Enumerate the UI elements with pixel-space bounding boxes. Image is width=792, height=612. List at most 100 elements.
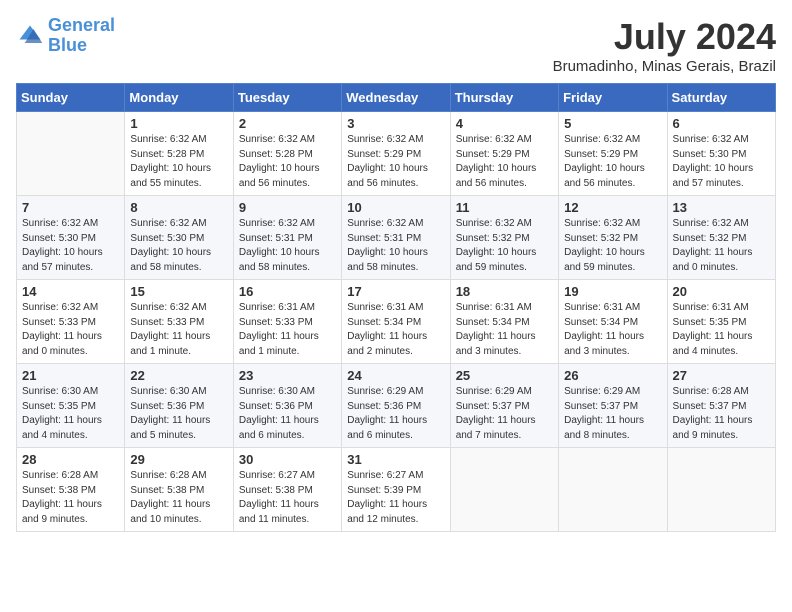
calendar-day-cell bbox=[667, 448, 775, 532]
weekday-header: Tuesday bbox=[233, 84, 341, 112]
calendar-day-cell: 1Sunrise: 6:32 AM Sunset: 5:28 PM Daylig… bbox=[125, 112, 233, 196]
day-number: 12 bbox=[564, 200, 661, 215]
day-number: 18 bbox=[456, 284, 553, 299]
day-info: Sunrise: 6:32 AM Sunset: 5:31 PM Dayligh… bbox=[347, 217, 444, 275]
calendar-day-cell: 6Sunrise: 6:32 AM Sunset: 5:30 PM Daylig… bbox=[667, 112, 775, 196]
calendar-day-cell: 20 Sunrise: 6:31 AM Sunset: 5:35 PM Dayli… bbox=[667, 280, 775, 364]
day-number: 16 bbox=[239, 284, 336, 299]
calendar-day-cell: 26 Sunrise: 6:29 AM Sunset: 5:37 PM Dayli… bbox=[559, 364, 667, 448]
weekday-header: Wednesday bbox=[342, 84, 450, 112]
logo-text: General Blue bbox=[48, 16, 115, 56]
day-info: Sunrise: 6:32 AM Sunset: 5:29 PM Dayligh… bbox=[456, 133, 553, 191]
calendar-day-cell: 13Sunrise: 6:32 AM Sunset: 5:32 PM Dayli… bbox=[667, 196, 775, 280]
day-number: 24 bbox=[347, 368, 444, 383]
day-number: 10 bbox=[347, 200, 444, 215]
day-info: Sunrise: 6:32 AM Sunset: 5:32 PM Dayligh… bbox=[673, 217, 770, 275]
day-number: 9 bbox=[239, 200, 336, 215]
calendar-day-cell: 31Sunrise: 6:27 AM Sunset: 5:39 PM Dayli… bbox=[342, 448, 450, 532]
calendar-day-cell: 11Sunrise: 6:32 AM Sunset: 5:32 PM Dayli… bbox=[450, 196, 558, 280]
title-block: July 2024 Brumadinho, Minas Gerais, Braz… bbox=[553, 16, 776, 75]
day-info: Sunrise: 6:31 AM Sunset: 5:33 PM Dayligh… bbox=[239, 301, 336, 359]
calendar-day-cell: 27Sunrise: 6:28 AM Sunset: 5:37 PM Dayli… bbox=[667, 364, 775, 448]
day-info: Sunrise: 6:29 AM Sunset: 5:37 PM Dayligh… bbox=[456, 385, 553, 443]
day-info: Sunrise: 6:31 AM Sunset: 5:35 PM Dayligh… bbox=[673, 301, 770, 359]
calendar-table: SundayMondayTuesdayWednesdayThursdayFrid… bbox=[16, 83, 776, 532]
day-number: 14 bbox=[22, 284, 119, 299]
day-info: Sunrise: 6:29 AM Sunset: 5:37 PM Dayligh… bbox=[564, 385, 661, 443]
day-info: Sunrise: 6:32 AM Sunset: 5:29 PM Dayligh… bbox=[347, 133, 444, 191]
weekday-header: Saturday bbox=[667, 84, 775, 112]
day-number: 28 bbox=[22, 452, 119, 467]
day-info: Sunrise: 6:31 AM Sunset: 5:34 PM Dayligh… bbox=[456, 301, 553, 359]
weekday-header: Sunday bbox=[17, 84, 125, 112]
day-number: 15 bbox=[130, 284, 227, 299]
day-info: Sunrise: 6:32 AM Sunset: 5:30 PM Dayligh… bbox=[130, 217, 227, 275]
day-number: 29 bbox=[130, 452, 227, 467]
calendar-day-cell: 28 Sunrise: 6:28 AM Sunset: 5:38 PM Dayli… bbox=[17, 448, 125, 532]
weekday-header: Monday bbox=[125, 84, 233, 112]
logo-line2: Blue bbox=[48, 35, 87, 55]
day-number: 1 bbox=[130, 116, 227, 131]
day-number: 26 bbox=[564, 368, 661, 383]
logo: General Blue bbox=[16, 16, 115, 56]
calendar-day-cell: 19 Sunrise: 6:31 AM Sunset: 5:34 PM Dayli… bbox=[559, 280, 667, 364]
page-header: General Blue July 2024 Brumadinho, Minas… bbox=[16, 16, 776, 75]
calendar-day-cell: 25 Sunrise: 6:29 AM Sunset: 5:37 PM Dayli… bbox=[450, 364, 558, 448]
day-info: Sunrise: 6:31 AM Sunset: 5:34 PM Dayligh… bbox=[347, 301, 444, 359]
calendar-day-cell: 30Sunrise: 6:27 AM Sunset: 5:38 PM Dayli… bbox=[233, 448, 341, 532]
logo-line1: General bbox=[48, 15, 115, 35]
day-info: Sunrise: 6:28 AM Sunset: 5:38 PM Dayligh… bbox=[22, 469, 119, 527]
calendar-day-cell: 14 Sunrise: 6:32 AM Sunset: 5:33 PM Dayli… bbox=[17, 280, 125, 364]
day-info: Sunrise: 6:31 AM Sunset: 5:34 PM Dayligh… bbox=[564, 301, 661, 359]
calendar-day-cell bbox=[17, 112, 125, 196]
day-info: Sunrise: 6:32 AM Sunset: 5:30 PM Dayligh… bbox=[673, 133, 770, 191]
day-info: Sunrise: 6:30 AM Sunset: 5:36 PM Dayligh… bbox=[130, 385, 227, 443]
calendar-day-cell: 29Sunrise: 6:28 AM Sunset: 5:38 PM Dayli… bbox=[125, 448, 233, 532]
day-number: 5 bbox=[564, 116, 661, 131]
day-info: Sunrise: 6:29 AM Sunset: 5:36 PM Dayligh… bbox=[347, 385, 444, 443]
calendar-day-cell bbox=[450, 448, 558, 532]
day-number: 3 bbox=[347, 116, 444, 131]
day-number: 27 bbox=[673, 368, 770, 383]
day-info: Sunrise: 6:32 AM Sunset: 5:33 PM Dayligh… bbox=[22, 301, 119, 359]
day-number: 22 bbox=[130, 368, 227, 383]
day-number: 25 bbox=[456, 368, 553, 383]
day-info: Sunrise: 6:32 AM Sunset: 5:28 PM Dayligh… bbox=[239, 133, 336, 191]
calendar-day-cell: 3 Sunrise: 6:32 AM Sunset: 5:29 PM Daylig… bbox=[342, 112, 450, 196]
day-info: Sunrise: 6:32 AM Sunset: 5:31 PM Dayligh… bbox=[239, 217, 336, 275]
calendar-day-cell: 5 Sunrise: 6:32 AM Sunset: 5:29 PM Daylig… bbox=[559, 112, 667, 196]
calendar-day-cell: 15 Sunrise: 6:32 AM Sunset: 5:33 PM Dayli… bbox=[125, 280, 233, 364]
calendar-day-cell: 16 Sunrise: 6:31 AM Sunset: 5:33 PM Dayli… bbox=[233, 280, 341, 364]
day-number: 8 bbox=[130, 200, 227, 215]
day-number: 4 bbox=[456, 116, 553, 131]
calendar-day-cell: 22 Sunrise: 6:30 AM Sunset: 5:36 PM Dayli… bbox=[125, 364, 233, 448]
day-info: Sunrise: 6:32 AM Sunset: 5:32 PM Dayligh… bbox=[456, 217, 553, 275]
day-info: Sunrise: 6:32 AM Sunset: 5:32 PM Dayligh… bbox=[564, 217, 661, 275]
calendar-day-cell: 2 Sunrise: 6:32 AM Sunset: 5:28 PM Daylig… bbox=[233, 112, 341, 196]
calendar-day-cell: 7Sunrise: 6:32 AM Sunset: 5:30 PM Daylig… bbox=[17, 196, 125, 280]
weekday-header: Thursday bbox=[450, 84, 558, 112]
calendar-week-row: 28 Sunrise: 6:28 AM Sunset: 5:38 PM Dayli… bbox=[17, 448, 776, 532]
day-number: 19 bbox=[564, 284, 661, 299]
day-info: Sunrise: 6:30 AM Sunset: 5:35 PM Dayligh… bbox=[22, 385, 119, 443]
calendar-day-cell: 9 Sunrise: 6:32 AM Sunset: 5:31 PM Daylig… bbox=[233, 196, 341, 280]
day-number: 31 bbox=[347, 452, 444, 467]
day-info: Sunrise: 6:32 AM Sunset: 5:33 PM Dayligh… bbox=[130, 301, 227, 359]
calendar-day-cell: 18 Sunrise: 6:31 AM Sunset: 5:34 PM Dayli… bbox=[450, 280, 558, 364]
calendar-week-row: 7 Sunrise: 6:32 AM Sunset: 5:30 PM Daylig… bbox=[17, 196, 776, 280]
calendar-day-cell: 8 Sunrise: 6:32 AM Sunset: 5:30 PM Daylig… bbox=[125, 196, 233, 280]
day-info: Sunrise: 6:30 AM Sunset: 5:36 PM Dayligh… bbox=[239, 385, 336, 443]
day-number: 23 bbox=[239, 368, 336, 383]
calendar-day-cell: 23 Sunrise: 6:30 AM Sunset: 5:36 PM Dayli… bbox=[233, 364, 341, 448]
day-number: 7 bbox=[22, 200, 119, 215]
day-info: Sunrise: 6:32 AM Sunset: 5:29 PM Dayligh… bbox=[564, 133, 661, 191]
calendar-week-row: 21Sunrise: 6:30 AM Sunset: 5:35 PM Dayli… bbox=[17, 364, 776, 448]
calendar-week-row: 1 Sunrise: 6:32 AM Sunset: 5:28 PM Daylig… bbox=[17, 112, 776, 196]
day-number: 2 bbox=[239, 116, 336, 131]
calendar-day-cell: 12 Sunrise: 6:32 AM Sunset: 5:32 PM Dayli… bbox=[559, 196, 667, 280]
calendar-week-row: 14 Sunrise: 6:32 AM Sunset: 5:33 PM Dayli… bbox=[17, 280, 776, 364]
day-number: 17 bbox=[347, 284, 444, 299]
day-number: 20 bbox=[673, 284, 770, 299]
calendar-day-cell: 24 Sunrise: 6:29 AM Sunset: 5:36 PM Dayli… bbox=[342, 364, 450, 448]
calendar-day-cell: 10 Sunrise: 6:32 AM Sunset: 5:31 PM Dayli… bbox=[342, 196, 450, 280]
